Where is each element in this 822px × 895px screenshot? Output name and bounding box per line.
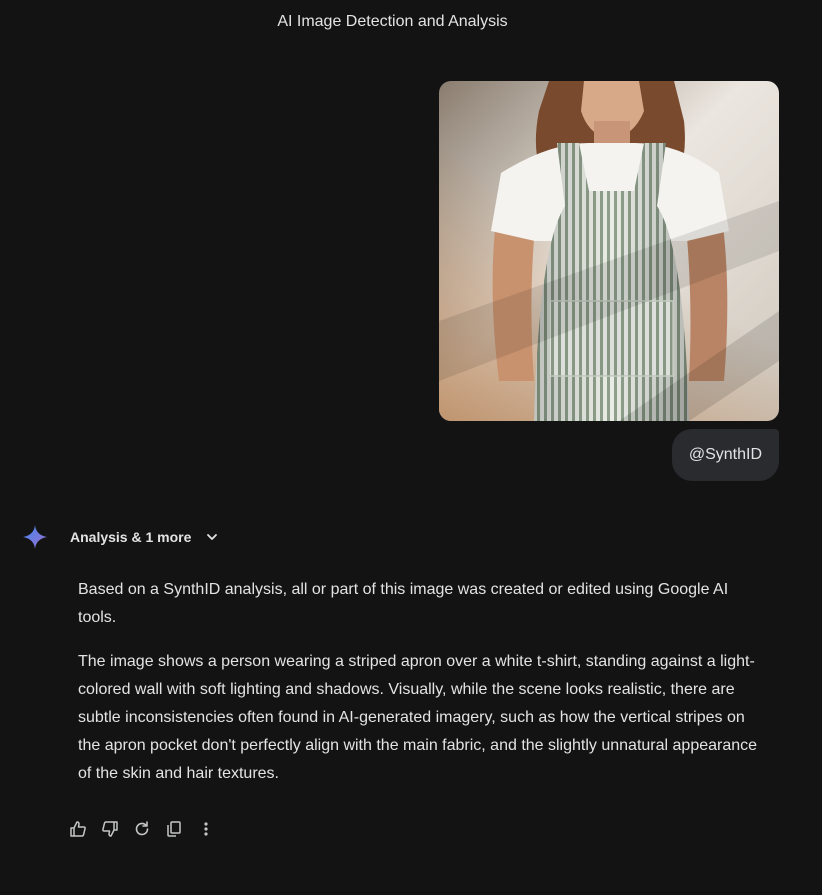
user-prompt-bubble: @SynthID — [671, 429, 779, 481]
tools-used-toggle[interactable]: Analysis & 1 more — [70, 526, 223, 548]
uploaded-image[interactable] — [439, 81, 779, 421]
response-paragraph: Based on a SynthID analysis, all or part… — [78, 581, 729, 626]
thumbs-up-icon[interactable] — [68, 817, 88, 841]
chat-page: AI Image Detection and Analysis @SynthID… — [0, 0, 822, 895]
regenerate-icon[interactable] — [132, 817, 152, 841]
copy-icon[interactable] — [164, 817, 184, 841]
chevron-down-icon — [201, 526, 223, 548]
gemini-spark-icon — [22, 524, 48, 550]
more-options-icon[interactable] — [196, 817, 216, 841]
response-paragraph: The image shows a person wearing a strip… — [78, 653, 758, 782]
model-response: Based on a SynthID analysis, all or part… — [78, 576, 762, 804]
thumbs-down-icon[interactable] — [100, 817, 120, 841]
conversation-title: AI Image Detection and Analysis — [277, 13, 508, 30]
response-actions — [68, 817, 216, 841]
tools-used-label: Analysis & 1 more — [70, 529, 192, 545]
